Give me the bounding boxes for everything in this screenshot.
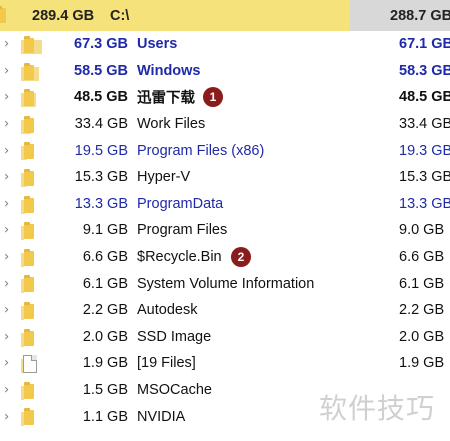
watermark: 软件技巧 [319, 392, 436, 425]
row-name: Hyper-V [137, 169, 191, 186]
folder-icon [24, 222, 34, 240]
folder-icon [0, 6, 6, 23]
callout-badge: 1 [203, 87, 223, 108]
chevron-right-icon[interactable]: › [4, 170, 9, 185]
row-size: 48.5 GB [74, 89, 128, 106]
row-size: 1.5 GB [82, 382, 128, 399]
row-name: MSOCache [137, 382, 212, 399]
row-size: 9.1 GB [82, 222, 128, 239]
chevron-right-icon[interactable]: › [4, 409, 9, 424]
row-name: Users [137, 36, 178, 53]
row-name: ProgramData [137, 195, 224, 212]
tree-row[interactable]: › 6.6 GB $Recycle.Bin 6.6 GB 2 [0, 244, 450, 271]
row-total: 48.5 GB [399, 89, 450, 106]
row-name: 迅雷下载 [137, 90, 195, 107]
row-size: 2.2 GB [82, 302, 128, 319]
chevron-right-icon[interactable]: › [4, 143, 9, 158]
row-name: NVIDIA [137, 408, 186, 425]
tree-row[interactable]: › 2.2 GB Autodesk 2.2 GB [0, 297, 450, 324]
tree-row[interactable]: › 67.3 GB Users 67.1 GB [0, 31, 450, 58]
tree-row[interactable]: › 2.0 GB SSD Image 2.0 GB [0, 324, 450, 351]
row-name: Autodesk [137, 302, 198, 319]
folder-icon [24, 195, 34, 213]
root-total: 288.7 GB [390, 7, 450, 24]
chevron-right-icon[interactable]: › [4, 117, 9, 132]
folder-icon [24, 381, 34, 399]
row-size: 58.5 GB [74, 62, 128, 79]
row-name: [19 Files] [137, 355, 196, 372]
tree-row[interactable]: › 33.4 GB Work Files 33.4 GB [0, 111, 450, 138]
file-icon [23, 355, 37, 374]
row-size: 6.1 GB [82, 275, 128, 292]
row-size: 67.3 GB [74, 36, 128, 53]
folder-icon [24, 115, 34, 133]
row-total: 13.3 GB [399, 195, 450, 212]
chevron-right-icon[interactable]: › [4, 223, 9, 238]
row-total: 1.9 GB [399, 355, 445, 372]
chevron-right-icon[interactable]: › [4, 329, 9, 344]
chevron-right-icon[interactable]: › [4, 276, 9, 291]
folder-icon [24, 168, 34, 186]
row-name: $Recycle.Bin [137, 249, 222, 266]
row-name: SSD Image [137, 328, 212, 345]
tree-row[interactable]: › 1.9 GB [19 Files] 1.9 GB [0, 350, 450, 377]
row-name: Windows [137, 62, 201, 79]
folder-icon [24, 142, 34, 160]
row-total: 58.3 GB [399, 62, 450, 79]
row-size: 33.4 GB [74, 116, 128, 133]
folder-icon [24, 328, 34, 346]
tree-row[interactable]: › 58.5 GB Windows 58.3 GB [0, 58, 450, 85]
row-total: 2.0 GB [399, 328, 445, 345]
row-size: 13.3 GB [74, 195, 128, 212]
folder-icon [24, 62, 34, 80]
callout-badge: 2 [231, 247, 251, 268]
folder-icon [24, 301, 34, 319]
tree-row[interactable]: › 15.3 GB Hyper-V 15.3 GB [0, 164, 450, 191]
row-total: 15.3 GB [399, 169, 450, 186]
root-name: C:\ [110, 7, 130, 24]
tree-row[interactable]: › 19.5 GB Program Files (x86) 19.3 GB [0, 137, 450, 164]
row-total: 6.1 GB [399, 275, 445, 292]
row-total: 19.3 GB [399, 142, 450, 159]
chevron-right-icon[interactable]: › [4, 383, 9, 398]
folder-size-tree: 289.4 GB C:\ 288.7 GB › 67.3 GB Users 67.1 … [0, 0, 450, 441]
tree-row[interactable]: › 13.3 GB ProgramData 13.3 GB [0, 191, 450, 218]
row-size: 19.5 GB [74, 142, 128, 159]
tree-row[interactable]: › 6.1 GB System Volume Information 6.1 GB [0, 270, 450, 297]
row-name: Program Files [137, 222, 228, 239]
row-total: 33.4 GB [399, 116, 450, 133]
folder-icon [24, 275, 34, 293]
chevron-right-icon[interactable]: › [4, 303, 9, 318]
row-size: 15.3 GB [74, 169, 128, 186]
chevron-right-icon[interactable]: › [4, 196, 9, 211]
tree-row[interactable]: › 48.5 GB 迅雷下载 48.5 GB 1 [0, 84, 450, 111]
folder-icon [24, 248, 34, 266]
row-name: Program Files (x86) [137, 142, 265, 159]
row-total: 67.1 GB [399, 36, 450, 53]
tree-row[interactable]: › 9.1 GB Program Files 9.0 GB [0, 217, 450, 244]
row-name: Work Files [137, 116, 206, 133]
tree-row-root[interactable]: 289.4 GB C:\ 288.7 GB [0, 0, 450, 31]
chevron-right-icon[interactable]: › [4, 356, 9, 371]
row-total: 6.6 GB [399, 249, 445, 266]
folder-icon [24, 408, 34, 426]
folder-icon [24, 89, 34, 107]
folder-icon [24, 36, 34, 53]
chevron-right-icon[interactable]: › [4, 37, 9, 52]
tree-rows: › 67.3 GB Users 67.1 GB › 58.5 GB Windows 58.3 … [0, 31, 450, 430]
row-size: 1.1 GB [82, 408, 128, 425]
row-size: 2.0 GB [82, 328, 128, 345]
chevron-right-icon[interactable]: › [4, 63, 9, 78]
row-name: System Volume Information [137, 275, 315, 292]
root-size: 289.4 GB [32, 7, 95, 24]
row-total: 2.2 GB [399, 302, 445, 319]
chevron-right-icon[interactable]: › [4, 250, 9, 265]
row-total: 9.0 GB [399, 222, 445, 239]
row-size: 6.6 GB [82, 249, 128, 266]
chevron-right-icon[interactable]: › [4, 90, 9, 105]
row-size: 1.9 GB [82, 355, 128, 372]
